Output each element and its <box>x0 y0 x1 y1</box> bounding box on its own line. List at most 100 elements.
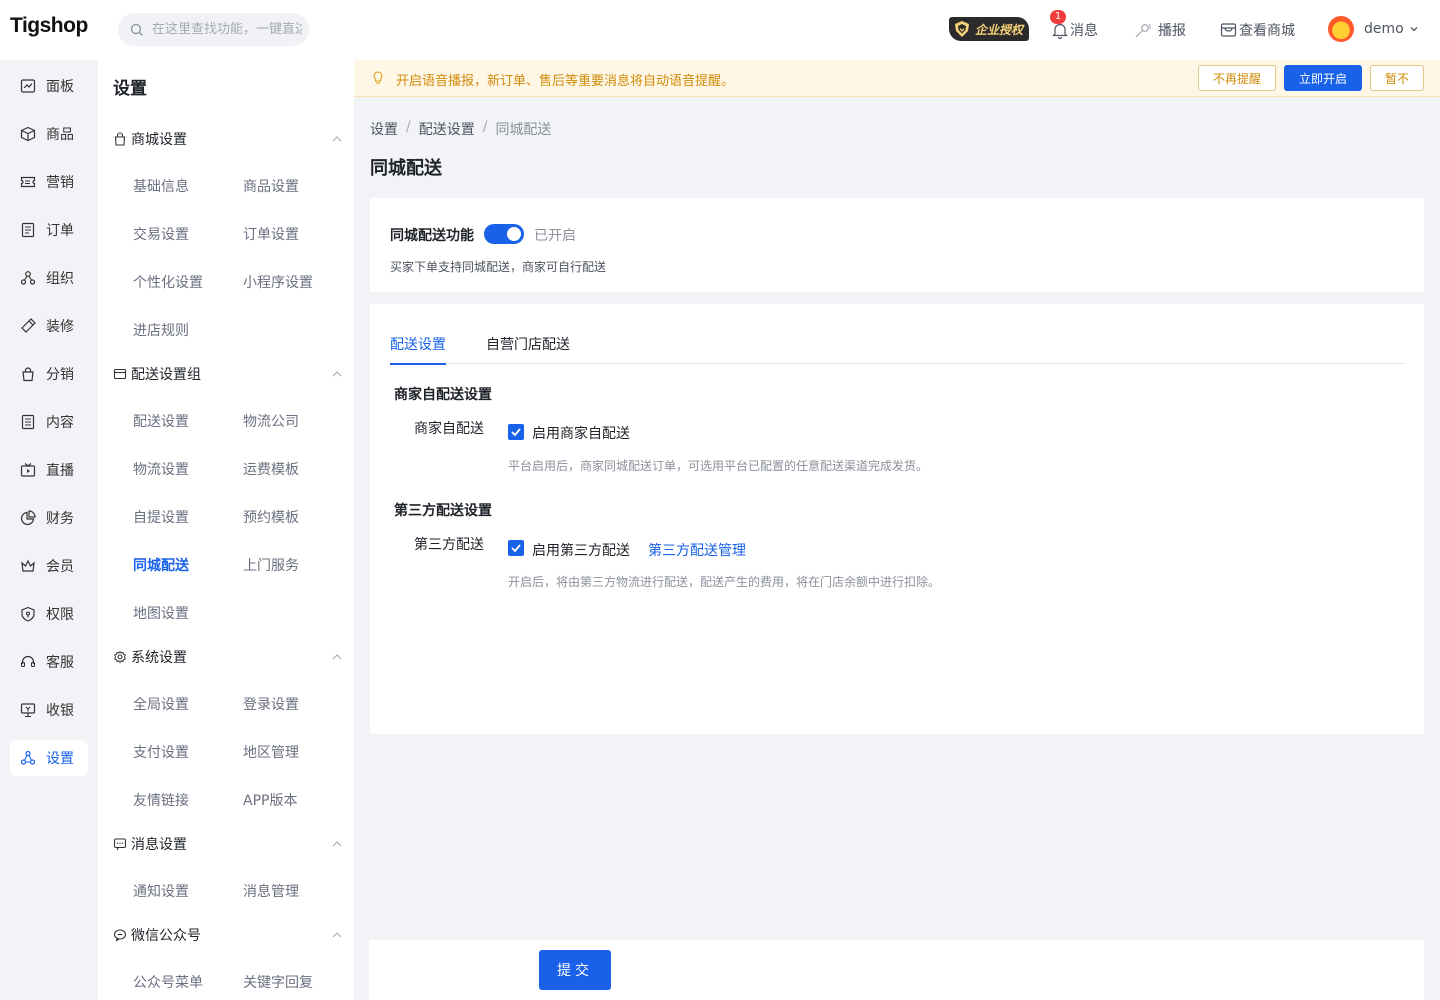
nav-label: 分销 <box>46 367 74 383</box>
nav-item-live[interactable]: 直播 <box>10 452 88 488</box>
nav-label: 直播 <box>46 463 74 479</box>
wallet-icon <box>113 367 127 381</box>
submenu-item[interactable]: 友情链接 <box>133 790 189 810</box>
nav-item-marketing[interactable]: 营销 <box>10 164 88 200</box>
breadcrumb-item[interactable]: 设置 <box>370 119 398 139</box>
submenu-item[interactable]: 自提设置 <box>133 507 189 527</box>
group-mall-settings[interactable]: 商城设置 <box>113 127 343 151</box>
delivery-settings-card: 配送设置 自营门店配送 商家自配送设置 商家自配送 启用商家自配送 平台启用后，… <box>370 304 1424 734</box>
breadcrumb-item[interactable]: 配送设置 <box>419 119 475 139</box>
third-party-checkbox[interactable] <box>508 540 524 556</box>
submenu-item[interactable]: 消息管理 <box>243 881 299 901</box>
nav-label: 面板 <box>46 79 74 95</box>
user-menu[interactable]: demo <box>1328 16 1419 42</box>
search-box[interactable] <box>118 13 309 46</box>
chevron-up-icon <box>331 929 343 945</box>
third-party-checkbox-label[interactable]: 启用第三方配送 <box>532 540 630 560</box>
submenu-item[interactable]: 地图设置 <box>133 603 189 623</box>
submenu-item[interactable]: 关键字回复 <box>243 972 313 992</box>
message-count-badge: 1 <box>1050 10 1066 24</box>
group-title: 消息设置 <box>131 837 187 853</box>
submenu-item[interactable]: 配送设置 <box>133 411 189 431</box>
group-title: 系统设置 <box>131 650 187 666</box>
merchant-checkbox-label[interactable]: 启用商家自配送 <box>532 423 630 443</box>
submenu-item[interactable]: 上门服务 <box>243 555 299 575</box>
nav-item-products[interactable]: 商品 <box>10 116 88 152</box>
submenu-item[interactable]: 小程序设置 <box>243 272 313 292</box>
group-message-settings[interactable]: 消息设置 <box>113 832 343 856</box>
submenu-item[interactable]: 登录设置 <box>243 694 299 714</box>
logo[interactable]: Tigshop <box>10 14 88 38</box>
nav-item-settings[interactable]: 设置 <box>10 740 88 776</box>
license-badge[interactable]: 企业授权 <box>949 17 1029 41</box>
nav-item-dashboard[interactable]: 面板 <box>10 68 88 104</box>
no-remind-button[interactable]: 不再提醒 <box>1198 65 1276 91</box>
chat-icon <box>113 837 127 851</box>
notice-text: 开启语音播报，新订单、售后等重要消息将自动语音提醒。 <box>396 74 735 89</box>
bell-icon <box>1052 22 1068 39</box>
group-shipping-settings[interactable]: 配送设置组 <box>113 362 343 386</box>
submenu-item-active[interactable]: 同城配送 <box>133 555 189 575</box>
submenu-item[interactable]: 交易设置 <box>133 224 189 244</box>
submenu-item[interactable]: 个性化设置 <box>133 272 203 292</box>
store-icon <box>1220 22 1237 38</box>
org-icon <box>20 270 36 286</box>
chevron-up-icon <box>331 651 343 667</box>
crown-icon <box>20 558 36 574</box>
group-system-settings[interactable]: 系统设置 <box>113 645 343 669</box>
feature-toggle-card: 同城配送功能 已开启 买家下单支持同城配送，商家可自行配送 <box>370 198 1424 292</box>
merchant-checkbox[interactable] <box>508 424 524 440</box>
search-input[interactable] <box>152 22 302 37</box>
submenu-item[interactable]: 运费模板 <box>243 459 299 479</box>
submenu-item[interactable]: 物流设置 <box>133 459 189 479</box>
submenu-item[interactable]: 订单设置 <box>243 224 299 244</box>
username: demo <box>1364 21 1404 37</box>
logo-text: Tigshop <box>10 14 88 37</box>
nav-item-cashier[interactable]: 收银 <box>10 692 88 728</box>
broadcast-label: 播报 <box>1158 23 1186 39</box>
submenu-item[interactable]: 预约模板 <box>243 507 299 527</box>
submenu-item[interactable]: 进店规则 <box>133 320 189 340</box>
enable-now-button[interactable]: 立即开启 <box>1284 65 1362 91</box>
merchant-description: 平台启用后，商家同城配送订单，可选用平台已配置的任意配送渠道完成发货。 <box>508 459 929 473</box>
submenu-item[interactable]: 通知设置 <box>133 881 189 901</box>
tab-own-store-delivery[interactable]: 自营门店配送 <box>486 334 570 364</box>
nav-label: 财务 <box>46 511 74 527</box>
store-settings-icon <box>113 132 127 146</box>
nav-item-decoration[interactable]: 装修 <box>10 308 88 344</box>
nav-item-customer-service[interactable]: 客服 <box>10 644 88 680</box>
submenu-item[interactable]: 商品设置 <box>243 176 299 196</box>
submenu-item[interactable]: 地区管理 <box>243 742 299 762</box>
nav-item-organization[interactable]: 组织 <box>10 260 88 296</box>
feature-toggle[interactable] <box>484 224 524 244</box>
nav-label: 订单 <box>46 223 74 239</box>
submenu-item[interactable]: 基础信息 <box>133 176 189 196</box>
nav-item-finance[interactable]: 财务 <box>10 500 88 536</box>
nav-item-permissions[interactable]: 权限 <box>10 596 88 632</box>
submenu-item[interactable]: 全局设置 <box>133 694 189 714</box>
submit-button[interactable]: 提交 <box>539 950 611 990</box>
third-party-manage-link[interactable]: 第三方配送管理 <box>648 540 746 560</box>
view-store-label: 查看商城 <box>1239 23 1295 39</box>
main-nav: 面板 商品 营销 订单 组织 装修 分销 内容 直播 财务 会员 权限 客服 收… <box>0 60 98 1000</box>
nav-item-content[interactable]: 内容 <box>10 404 88 440</box>
submenu-item[interactable]: APP版本 <box>243 790 297 810</box>
submenu-item[interactable]: 公众号菜单 <box>133 972 203 992</box>
chevron-down-icon <box>1409 24 1419 34</box>
nav-item-distribution[interactable]: 分销 <box>10 356 88 392</box>
submenu-item[interactable]: 物流公司 <box>243 411 299 431</box>
search-icon <box>130 23 144 37</box>
chevron-up-icon <box>331 838 343 854</box>
nav-item-orders[interactable]: 订单 <box>10 212 88 248</box>
box-icon <box>20 126 36 142</box>
submenu-item[interactable]: 支付设置 <box>133 742 189 762</box>
feature-status: 已开启 <box>534 228 576 244</box>
nav-item-members[interactable]: 会员 <box>10 548 88 584</box>
later-button[interactable]: 暂不 <box>1370 65 1424 91</box>
view-store-button[interactable]: 查看商城 <box>1220 20 1295 40</box>
broadcast-button[interactable]: 播报 <box>1134 20 1186 40</box>
tab-delivery-settings[interactable]: 配送设置 <box>390 334 446 365</box>
nav-label: 组织 <box>46 271 74 287</box>
group-wechat-official[interactable]: 微信公众号 <box>113 923 343 947</box>
group-title: 微信公众号 <box>131 928 201 944</box>
